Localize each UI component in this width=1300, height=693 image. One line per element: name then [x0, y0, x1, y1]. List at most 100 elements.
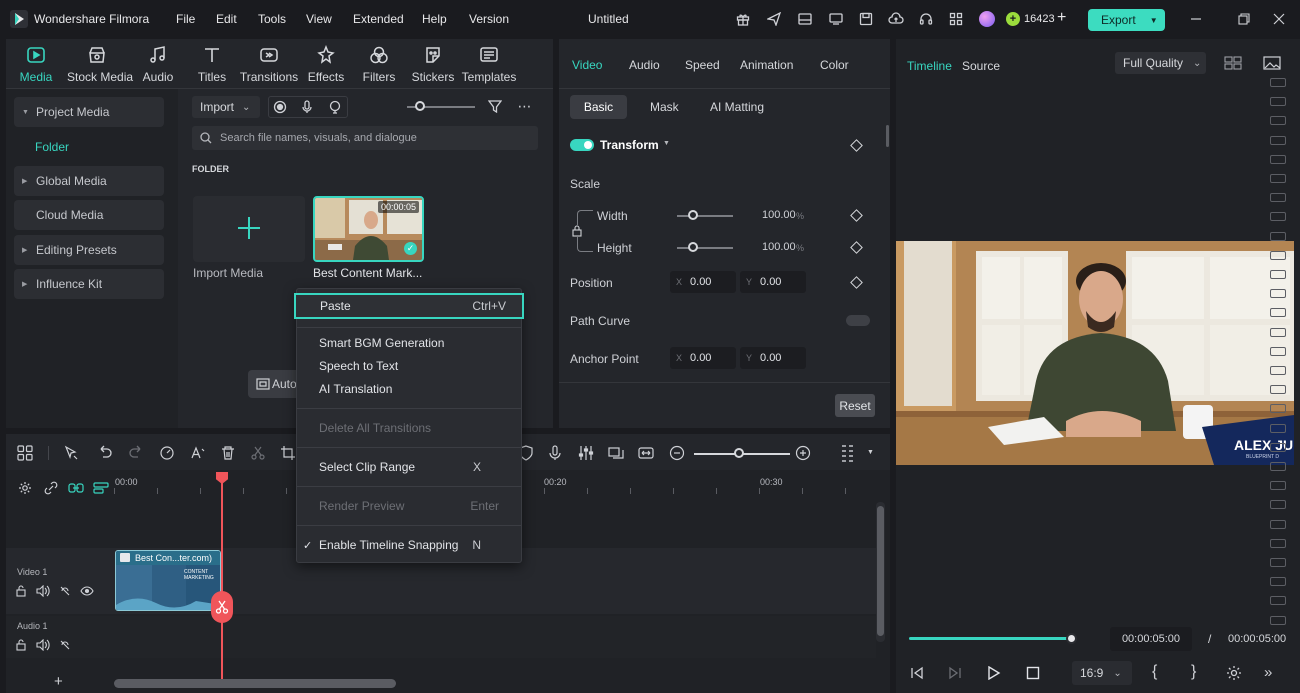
menu-item-ai-translation[interactable]: AI Translation [297, 378, 521, 400]
playback-knob[interactable] [1066, 633, 1077, 644]
headset-icon[interactable] [918, 11, 934, 27]
search-bar[interactable]: Search file names, visuals, and dialogue [192, 126, 538, 150]
menu-version[interactable]: Version [469, 12, 509, 26]
zoom-out-icon[interactable] [667, 444, 687, 462]
menu-tools[interactable]: Tools [258, 12, 286, 26]
caret-down-icon[interactable]: ▼ [867, 449, 874, 456]
audio-mixer-icon[interactable] [576, 444, 596, 462]
toolbar-transitions[interactable]: Transitions [239, 44, 299, 84]
close-icon[interactable] [1271, 11, 1287, 27]
sidebar-item-project-media[interactable]: ▼ Project Media [14, 97, 164, 127]
add-credits-icon[interactable]: + [1057, 9, 1066, 27]
more-options-icon[interactable]: ⋯ [516, 98, 534, 114]
toolbar-media[interactable]: Media [6, 44, 66, 84]
replace-media-icon[interactable] [606, 444, 626, 462]
next-frame-icon[interactable] [946, 664, 964, 682]
menu-item-delete-transitions[interactable]: Delete All Transitions [297, 417, 521, 439]
width-slider-knob[interactable] [688, 210, 698, 220]
lock-icon[interactable] [15, 639, 27, 653]
microphone-icon[interactable] [299, 99, 315, 115]
hide-track-icon[interactable] [59, 639, 71, 653]
play-icon[interactable] [985, 664, 1003, 682]
subtab-basic[interactable]: Basic [570, 95, 627, 119]
toolbar-titles[interactable]: Titles [182, 44, 242, 84]
send-icon[interactable] [766, 11, 782, 27]
toolbar-templates[interactable]: Templates [459, 44, 519, 84]
width-value[interactable]: 100.00 [762, 209, 796, 221]
save-icon[interactable] [858, 11, 874, 27]
tab-timeline[interactable]: Timeline [907, 59, 952, 73]
tab-speed[interactable]: Speed [685, 58, 720, 72]
undo-icon[interactable] [95, 444, 115, 462]
toolbar-stock-media[interactable]: Stock Media [67, 44, 133, 84]
fit-width-icon[interactable] [636, 444, 656, 462]
transform-toggle[interactable] [570, 139, 594, 151]
auto-ripple-icon[interactable] [91, 479, 111, 497]
record-voice-icon[interactable] [545, 444, 565, 462]
properties-scrollbar[interactable] [886, 125, 889, 147]
tab-color[interactable]: Color [820, 58, 849, 72]
video-preview[interactable]: ALEX JU BLUEPRINT D [896, 241, 1294, 465]
speaker-icon[interactable] [36, 585, 50, 599]
add-track-icon[interactable]: + [54, 673, 63, 690]
layout-grid-icon[interactable] [15, 444, 35, 462]
playback-progress[interactable] [909, 637, 1072, 640]
menu-item-speech-to-text[interactable]: Speech to Text [297, 355, 521, 377]
tab-source[interactable]: Source [962, 59, 1000, 73]
reset-button[interactable]: Reset [835, 394, 875, 417]
sidebar-item-global-media[interactable]: ▶ Global Media [14, 166, 164, 196]
timeline-horizontal-scrollbar[interactable] [114, 679, 396, 688]
toolbar-effects[interactable]: Effects [296, 44, 356, 84]
current-time[interactable]: 00:00:05:00 [1110, 627, 1192, 651]
eye-icon[interactable] [80, 585, 94, 599]
unlink-icon[interactable] [41, 479, 61, 497]
lock-icon[interactable] [15, 585, 27, 599]
subtab-ai-matting[interactable]: AI Matting [710, 100, 764, 114]
caret-down-icon[interactable]: ▼ [663, 140, 670, 147]
subtab-mask[interactable]: Mask [650, 100, 679, 114]
menu-view[interactable]: View [306, 12, 332, 26]
height-slider[interactable] [677, 247, 733, 249]
path-curve-toggle[interactable] [846, 315, 870, 326]
speaker-icon[interactable] [36, 639, 50, 653]
menu-item-paste[interactable]: Paste Ctrl+V [294, 293, 524, 319]
menu-item-enable-snapping[interactable]: ✓ Enable Timeline Snapping N [297, 534, 521, 556]
playhead-line[interactable] [221, 472, 223, 682]
voiceover-icon[interactable] [327, 99, 343, 115]
hide-track-icon[interactable] [59, 585, 71, 599]
sidebar-item-editing-presets[interactable]: ▶ Editing Presets [14, 235, 164, 265]
minimize-icon[interactable] [1188, 11, 1204, 27]
speed-ramp-icon[interactable] [157, 444, 177, 462]
lock-icon[interactable] [571, 225, 583, 237]
height-value[interactable]: 100.00 [762, 241, 796, 253]
timeline-vertical-scrollbar[interactable] [876, 502, 885, 642]
mark-in-icon[interactable]: { [1152, 663, 1157, 681]
settings-gear-icon[interactable] [1225, 664, 1243, 682]
position-x-input[interactable]: X 0.00 [670, 271, 736, 293]
more-grid-icon[interactable] [838, 444, 858, 462]
height-slider-knob[interactable] [688, 242, 698, 252]
video-clip[interactable]: Best Con...ter.com) CONTENT MARKETING [115, 550, 221, 611]
sidebar-item-folder[interactable]: Folder [35, 140, 69, 154]
timeline-zoom-knob[interactable] [734, 448, 744, 458]
quality-dropdown[interactable]: Full Quality ⌄ [1115, 52, 1206, 74]
clip-thumbnail[interactable]: 00:00:05 ✓ [313, 196, 424, 262]
mark-out-icon[interactable]: } [1191, 663, 1196, 681]
import-dropdown[interactable]: Import ⌄ [192, 96, 260, 118]
sidebar-item-influence-kit[interactable]: ▶ Influence Kit [14, 269, 164, 299]
sidebar-item-cloud-media[interactable]: Cloud Media [14, 200, 164, 230]
apps-grid-icon[interactable] [948, 11, 964, 27]
avatar[interactable] [979, 11, 995, 27]
delete-trash-icon[interactable] [218, 444, 238, 462]
menu-help[interactable]: Help [422, 12, 447, 26]
menu-extended[interactable]: Extended [353, 12, 404, 26]
select-arrow-icon[interactable] [61, 444, 81, 462]
menu-item-select-clip-range[interactable]: Select Clip Range X [297, 456, 521, 478]
gift-icon[interactable] [735, 11, 751, 27]
tab-audio[interactable]: Audio [629, 58, 660, 72]
split-scissors-button[interactable] [211, 591, 233, 623]
expand-more-icon[interactable]: » [1264, 664, 1272, 681]
toolbar-filters[interactable]: Filters [349, 44, 409, 84]
scissors-icon[interactable] [248, 444, 268, 462]
previous-frame-icon[interactable] [908, 664, 926, 682]
